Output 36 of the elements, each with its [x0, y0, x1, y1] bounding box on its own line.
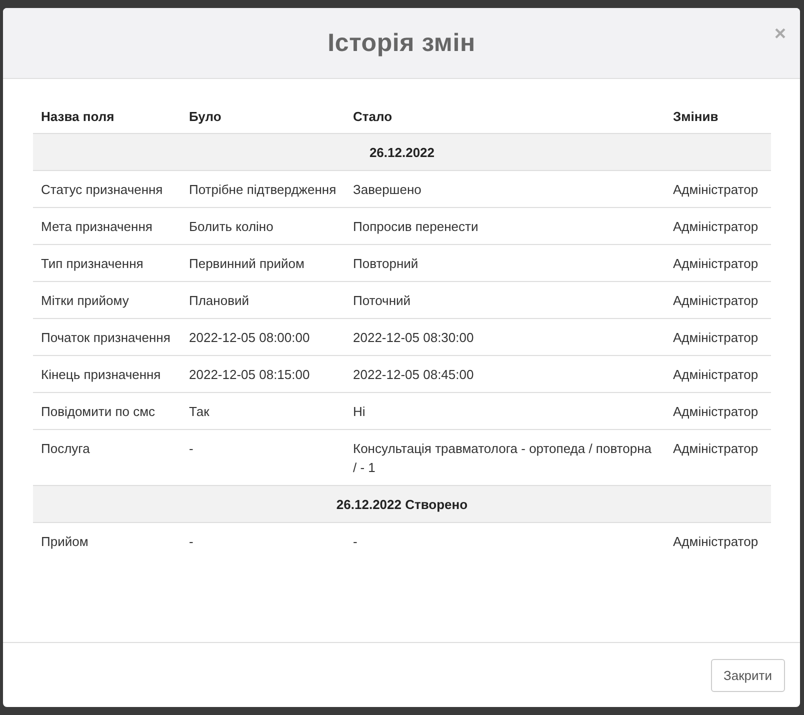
table-cell: Адміністратор	[665, 170, 771, 208]
table-cell: -	[181, 522, 345, 559]
table-cell: Адміністратор	[665, 392, 771, 430]
table-cell: Кінець призначення	[33, 356, 181, 392]
table-cell: Початок призначення	[33, 318, 181, 356]
group-header: 26.12.2022 Створено	[33, 486, 771, 522]
close-button[interactable]: Закрити	[710, 658, 785, 692]
table-cell: Ні	[345, 392, 665, 430]
table-cell: Так	[181, 392, 345, 430]
table-cell: Адміністратор	[665, 522, 771, 559]
table-cell: Адміністратор	[665, 208, 771, 244]
table-cell: 2022-12-05 08:00:00	[181, 318, 345, 356]
table-cell: Адміністратор	[665, 318, 771, 356]
table-cell: 2022-12-05 08:15:00	[181, 356, 345, 392]
table-cell: Первинний прийом	[181, 244, 345, 282]
table-cell: Повторний	[345, 244, 665, 282]
table-cell: Тип призначення	[33, 244, 181, 282]
table-cell: Поточний	[345, 282, 665, 318]
table-cell: Плановий	[181, 282, 345, 318]
table-cell: Прийом	[33, 522, 181, 559]
table-cell: Мітки прийому	[33, 282, 181, 318]
table-cell: Адміністратор	[665, 356, 771, 392]
table-cell: -	[345, 522, 665, 559]
table-cell: 2022-12-05 08:45:00	[345, 356, 665, 392]
table-cell: Адміністратор	[665, 244, 771, 282]
table-cell: Потрібне підтвердження	[181, 170, 345, 208]
table-cell: Статус призначення	[33, 170, 181, 208]
table-cell: Завершено	[345, 170, 665, 208]
table-cell: Повідомити по смс	[33, 392, 181, 430]
dialog-title: Історія змін	[328, 28, 476, 58]
table-cell: Мета призначення	[33, 208, 181, 244]
table-cell: Попросив перенести	[345, 208, 665, 244]
table-cell: 2022-12-05 08:30:00	[345, 318, 665, 356]
table-cell: Адміністратор	[665, 282, 771, 318]
group-header: 26.12.2022	[33, 134, 771, 170]
table-cell: Болить коліно	[181, 208, 345, 244]
